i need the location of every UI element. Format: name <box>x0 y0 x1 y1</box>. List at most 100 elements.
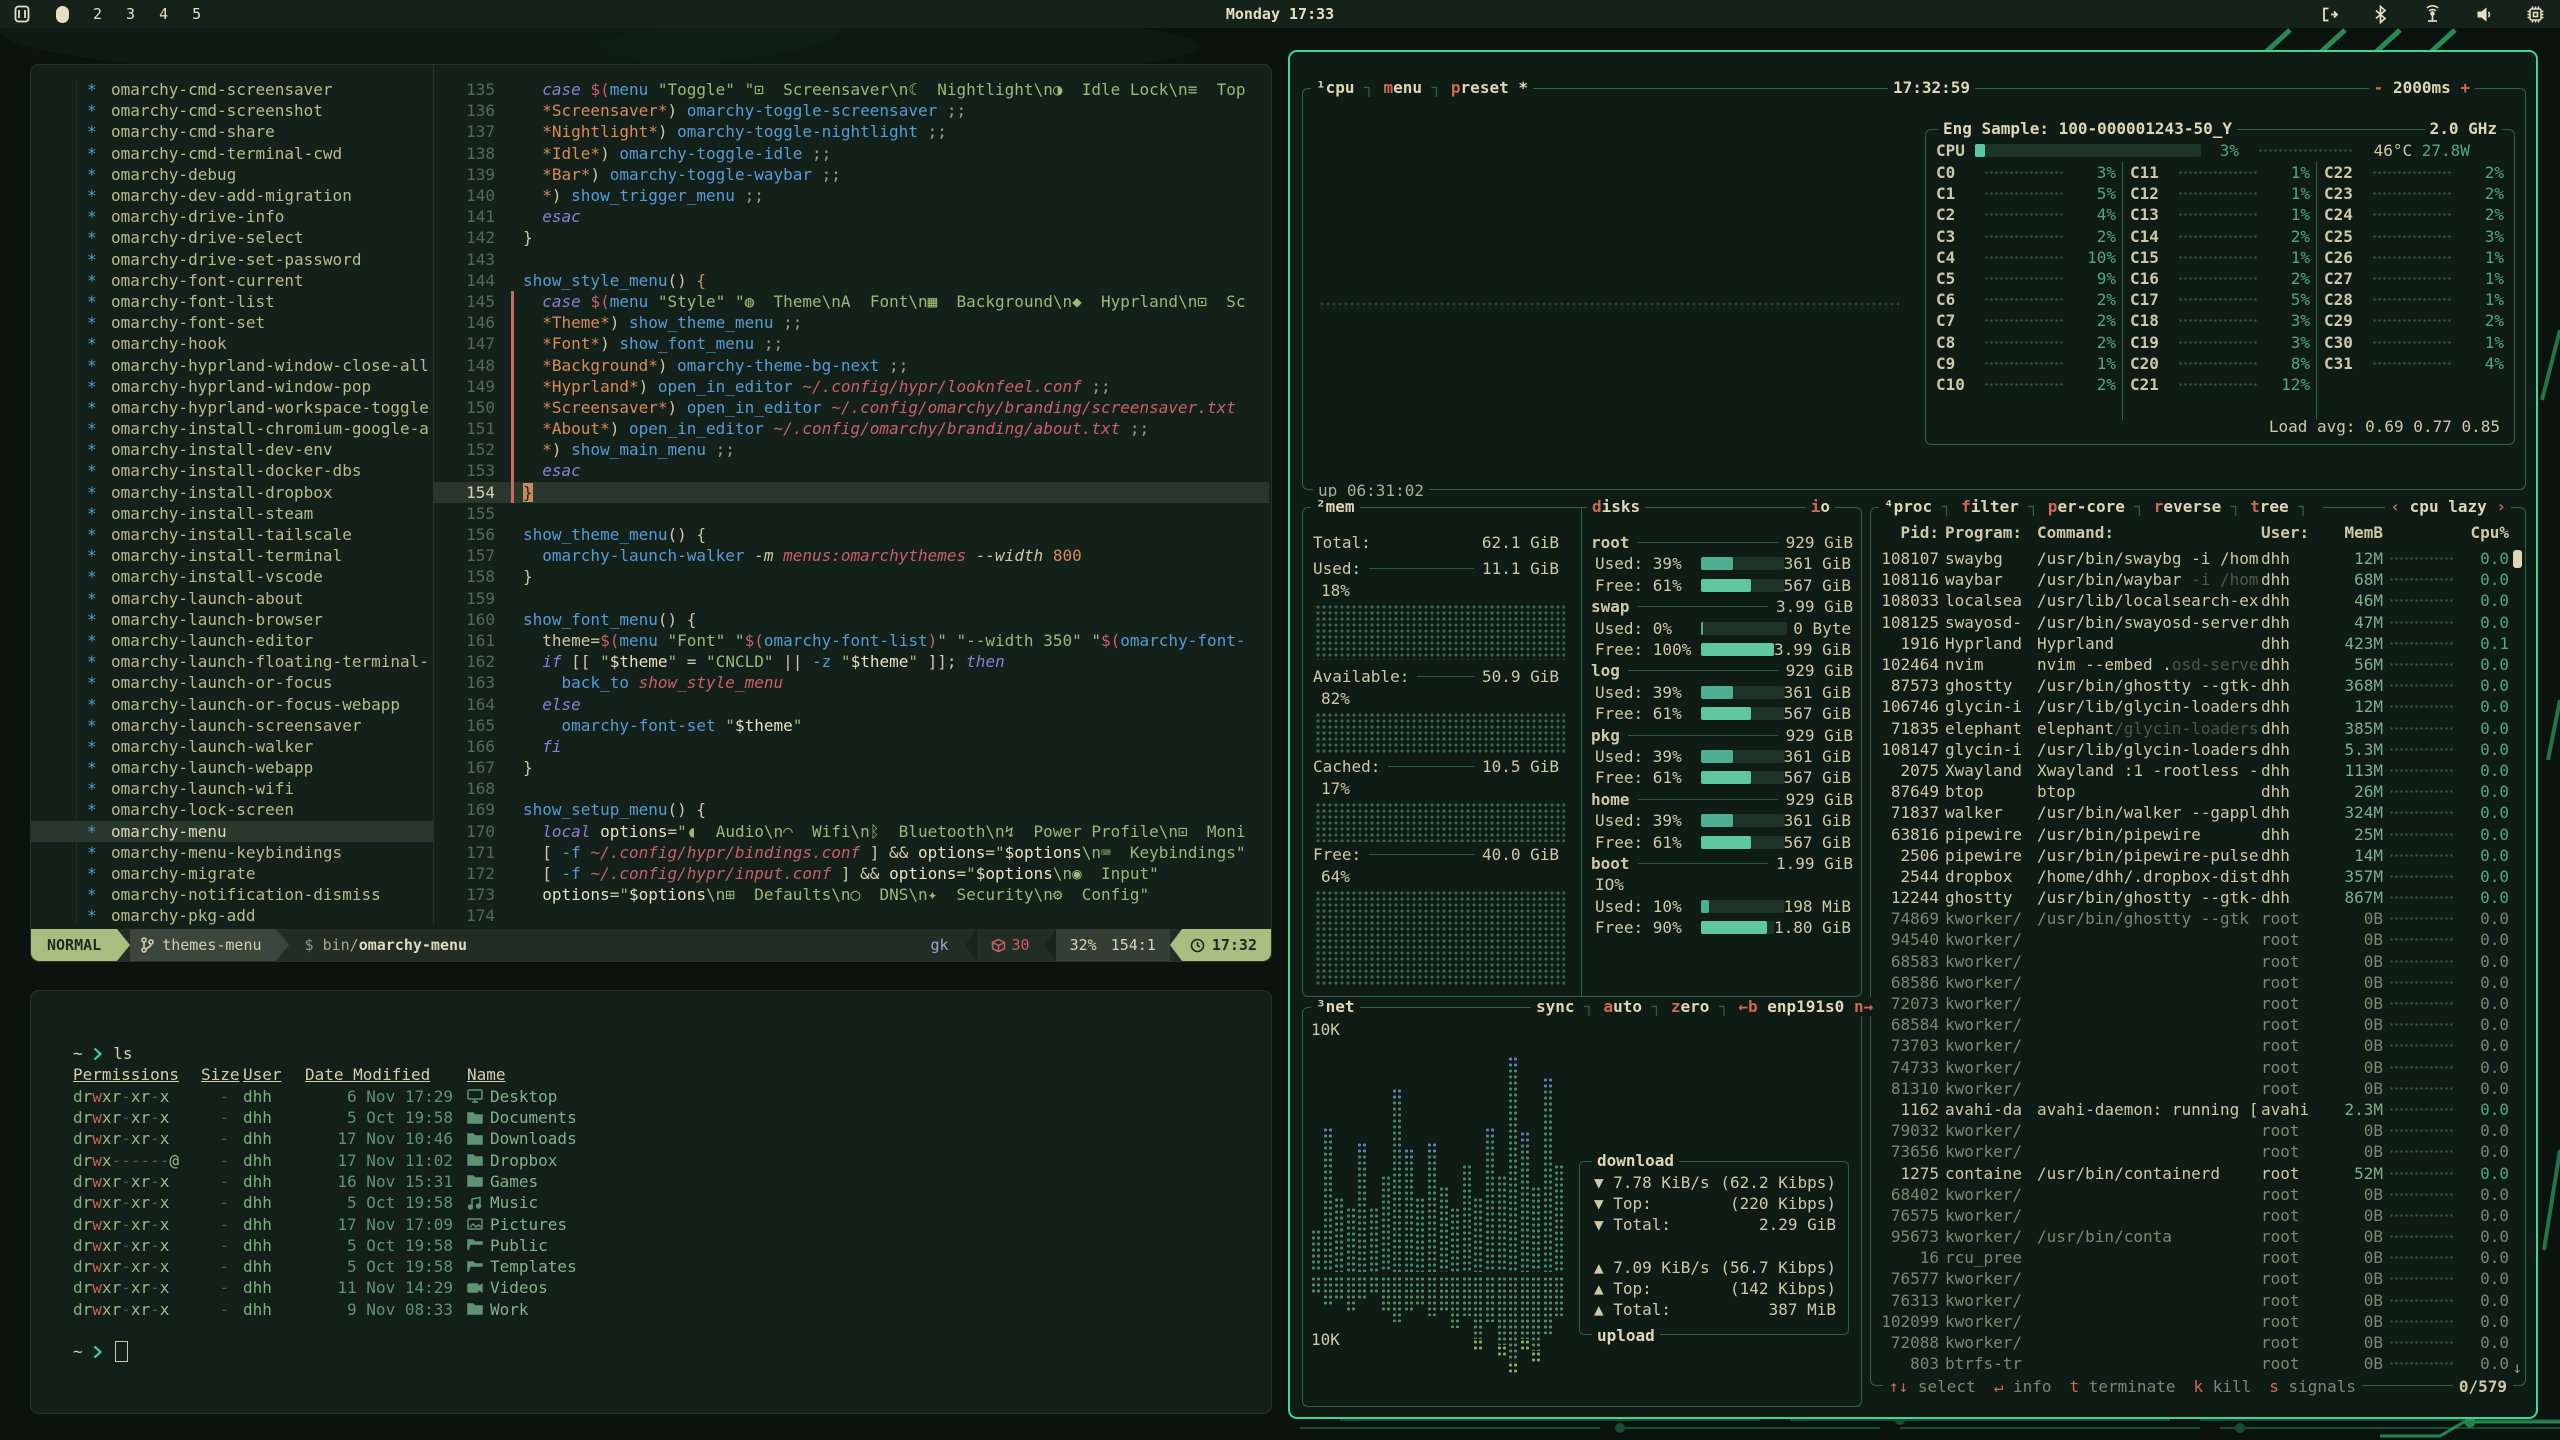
select-action[interactable]: ↑↓ select <box>1889 1377 1976 1396</box>
code-line[interactable]: 142} <box>433 227 1269 248</box>
process-row[interactable]: 102464nvimnvim --embed .osd-serverdhh56M… <box>1881 654 2517 675</box>
code-line[interactable]: 165 omarchy-font-set "$theme" <box>433 715 1269 736</box>
file-list-item[interactable]: *omarchy-launch-or-focus <box>31 672 433 693</box>
code-line[interactable]: 174 <box>433 905 1269 926</box>
kill-action[interactable]: k kill <box>2193 1377 2251 1396</box>
file-list-item[interactable]: *omarchy-launch-or-focus-webapp <box>31 693 433 714</box>
code-line[interactable]: 163 back_to show_style_menu <box>433 672 1269 693</box>
process-row[interactable]: 71835elephantelephant/glycin-loadersdhh3… <box>1881 718 2517 739</box>
file-list-item[interactable]: *omarchy-install-vscode <box>31 566 433 587</box>
code-line[interactable]: 170 local options="◖ Audio\n◠ Wifi\nᛒ Bl… <box>433 821 1269 842</box>
network-icon[interactable] <box>2421 4 2444 25</box>
code-line[interactable]: 144show_style_menu() { <box>433 270 1269 291</box>
process-row[interactable]: 71837walker/usr/bin/walker --gappldhh324… <box>1881 802 2517 823</box>
code-line[interactable]: 166 fi <box>433 736 1269 757</box>
process-row[interactable]: 68402kworker/root0B0.0 <box>1881 1184 2517 1205</box>
file-list-item[interactable]: *omarchy-cmd-share <box>31 121 433 142</box>
code-line[interactable]: 147 *Font*) show_font_menu ;; <box>433 333 1269 354</box>
code-line[interactable]: 167} <box>433 757 1269 778</box>
file-list-item[interactable]: *omarchy-install-chromium-google-a <box>31 418 433 439</box>
file-list-item[interactable]: *omarchy-debug <box>31 164 433 185</box>
code-line[interactable]: 139 *Bar*) omarchy-toggle-waybar ;; <box>433 164 1269 185</box>
file-list-item[interactable]: *omarchy-install-steam <box>31 503 433 524</box>
code-line[interactable]: 159 <box>433 588 1269 609</box>
file-list-item[interactable]: *omarchy-lock-screen <box>31 799 433 820</box>
process-row[interactable]: 68583kworker/root0B0.0 <box>1881 951 2517 972</box>
zero-button[interactable]: zero <box>1671 997 1710 1016</box>
process-row[interactable]: 74869kworker//usr/bin/ghostty --gtkroot0… <box>1881 908 2517 929</box>
code-line[interactable]: 160show_font_menu() { <box>433 609 1269 630</box>
process-row[interactable]: 106746glycin-i/usr/lib/glycin-loadersdhh… <box>1881 696 2517 717</box>
process-row[interactable]: 79032kworker/root0B0.0 <box>1881 1120 2517 1141</box>
code-line[interactable]: 156show_theme_menu() { <box>433 524 1269 545</box>
file-list-item[interactable]: *omarchy-cmd-terminal-cwd <box>31 143 433 164</box>
file-list-item[interactable]: *omarchy-drive-info <box>31 206 433 227</box>
file-list-item[interactable]: *omarchy-launch-about <box>31 588 433 609</box>
process-row[interactable]: 72088kworker/root0B0.0 <box>1881 1332 2517 1353</box>
code-line[interactable]: 145 case $(menu "Style" "◍ Theme\nA Font… <box>433 291 1269 312</box>
code-line[interactable]: 137 *Nightlight*) omarchy-toggle-nightli… <box>433 121 1269 142</box>
terminate-action[interactable]: t terminate <box>2070 1377 2176 1396</box>
code-line[interactable]: 151 *About*) open_in_editor ~/.config/om… <box>433 418 1269 439</box>
process-row[interactable]: 12244ghostty/usr/bin/ghostty --gtk-dhh86… <box>1881 887 2517 908</box>
process-row[interactable]: 68584kworker/root0B0.0 <box>1881 1014 2517 1035</box>
menu-button[interactable]: menu <box>1383 78 1422 97</box>
signals-action[interactable]: s signals <box>2269 1377 2356 1396</box>
file-list-item[interactable]: *omarchy-install-tailscale <box>31 524 433 545</box>
code-line[interactable]: 152 *) show_main_menu ;; <box>433 439 1269 460</box>
workspace-1-active[interactable] <box>56 6 69 23</box>
process-row[interactable]: 2075XwaylandXwayland :1 -rootless -dhh11… <box>1881 760 2517 781</box>
file-list-item[interactable]: *omarchy-cmd-screenshot <box>31 100 433 121</box>
file-list-item[interactable]: *omarchy-hyprland-workspace-toggle <box>31 397 433 418</box>
process-row[interactable]: 1275containe/usr/bin/containerdroot52M0.… <box>1881 1162 2517 1183</box>
code-line[interactable]: 164 else <box>433 693 1269 714</box>
col-cpu[interactable]: Cpu% <box>2470 523 2509 542</box>
file-list-item[interactable]: *omarchy-launch-walker <box>31 736 433 757</box>
process-row[interactable]: 94540kworker/root0B0.0 <box>1881 929 2517 950</box>
process-row[interactable]: 803btrfs-trroot0B0.0 <box>1881 1353 2517 1374</box>
omarchy-logo-icon[interactable] <box>12 4 32 24</box>
file-list-item[interactable]: *omarchy-install-docker-dbs <box>31 460 433 481</box>
iface-prev-button[interactable]: ←b <box>1738 997 1767 1016</box>
process-row[interactable]: 1916HyprlandHyprlanddhh423M0.1 <box>1881 633 2517 654</box>
process-row[interactable]: 68586kworker/root0B0.0 <box>1881 972 2517 993</box>
bluetooth-icon[interactable] <box>2370 4 2391 25</box>
code-line[interactable]: 149 *Hyprland*) open_in_editor ~/.config… <box>433 376 1269 397</box>
code-line[interactable]: 171 [ -f ~/.config/hypr/bindings.conf ] … <box>433 842 1269 863</box>
interval-minus-button[interactable]: - <box>2374 78 2393 97</box>
col-program[interactable]: Program: <box>1945 523 2037 542</box>
file-list-item[interactable]: *omarchy-notification-dismiss <box>31 884 433 905</box>
sort-prev-button[interactable]: ‹ <box>2390 497 2409 516</box>
terminal-cursor[interactable] <box>115 1341 128 1362</box>
code-line[interactable]: 158} <box>433 566 1269 587</box>
process-row[interactable]: 16rcu_preeroot0B0.0 <box>1881 1247 2517 1268</box>
process-row[interactable]: 73703kworker/root0B0.0 <box>1881 1035 2517 1056</box>
filter-button[interactable]: filter <box>1961 497 2019 516</box>
file-list-item[interactable]: *omarchy-menu <box>31 821 433 842</box>
tree-button[interactable]: tree <box>2250 497 2289 516</box>
code-line[interactable]: 161 theme=$(menu "Font" "$(omarchy-font-… <box>433 630 1269 651</box>
process-row[interactable]: 2506pipewire/usr/bin/pipewire-pulsedhh14… <box>1881 845 2517 866</box>
workspace-5[interactable]: 5 <box>192 5 201 23</box>
file-list-item[interactable]: *omarchy-launch-browser <box>31 609 433 630</box>
file-list-item[interactable]: *omarchy-pkg-add <box>31 905 433 926</box>
code-line[interactable]: 172 [ -f ~/.config/hypr/input.conf ] && … <box>433 863 1269 884</box>
code-line[interactable]: 138 *Idle*) omarchy-toggle-idle ;; <box>433 143 1269 164</box>
process-row[interactable]: 63816pipewire/usr/bin/pipewiredhh25M0.0 <box>1881 823 2517 844</box>
file-list-item[interactable]: *omarchy-install-dev-env <box>31 439 433 460</box>
code-line[interactable]: 150 *Screensaver*) open_in_editor ~/.con… <box>433 397 1269 418</box>
logout-icon[interactable] <box>2319 4 2340 25</box>
file-list-item[interactable]: *omarchy-launch-wifi <box>31 778 433 799</box>
process-row[interactable]: 108107swaybg/usr/bin/swaybg -i /homdhh12… <box>1881 548 2517 569</box>
file-list-item[interactable]: *omarchy-install-terminal <box>31 545 433 566</box>
code-line[interactable]: 148 *Background*) omarchy-theme-bg-next … <box>433 354 1269 375</box>
code-line[interactable]: 157 omarchy-launch-walker -m menus:omarc… <box>433 545 1269 566</box>
file-list-item[interactable]: *omarchy-install-dropbox <box>31 482 433 503</box>
code-line[interactable]: 154} <box>433 482 1269 503</box>
preset-button[interactable]: preset <box>1451 78 1509 97</box>
workspace-4[interactable]: 4 <box>159 5 168 23</box>
workspace-2[interactable]: 2 <box>93 5 102 23</box>
file-list-item[interactable]: *omarchy-drive-select <box>31 227 433 248</box>
file-list-item[interactable]: *omarchy-cmd-screensaver <box>31 79 433 100</box>
code-line[interactable]: 173 options="$options\n⊞ Defaults\n◯ DNS… <box>433 884 1269 905</box>
